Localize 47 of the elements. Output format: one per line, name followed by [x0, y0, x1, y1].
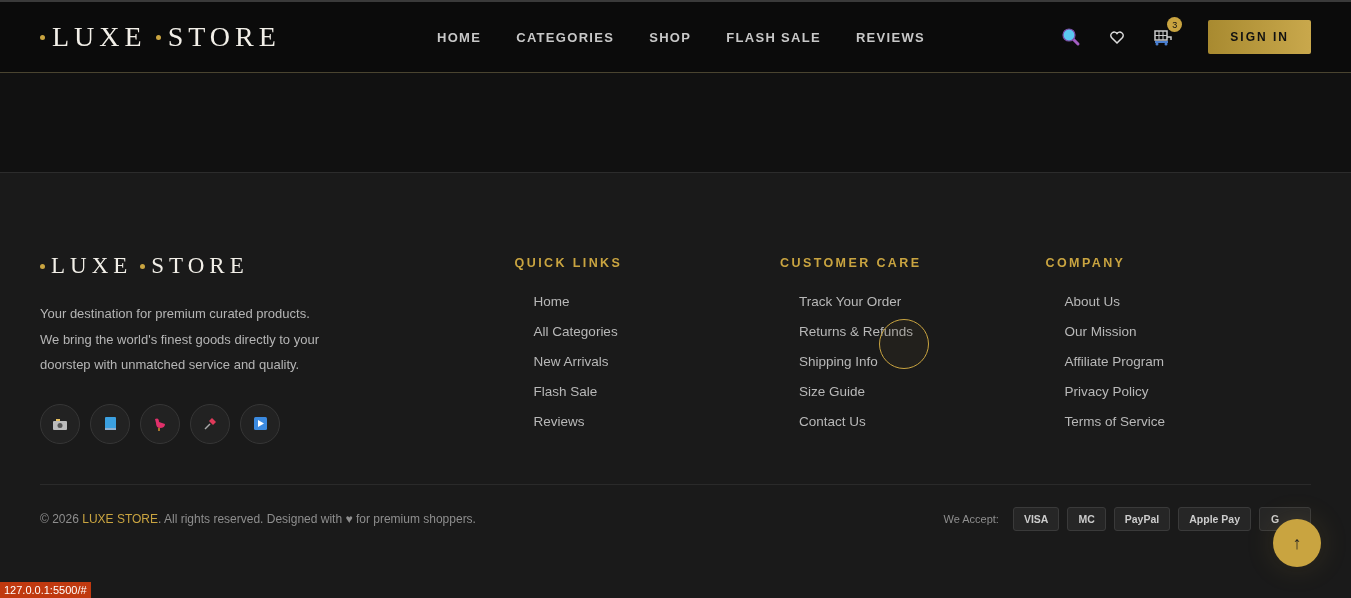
social-button[interactable]: [90, 403, 130, 444]
footer-link[interactable]: Reviews: [533, 414, 585, 429]
logo[interactable]: LUXE STORE: [40, 21, 420, 53]
nav-link[interactable]: HOME: [437, 29, 482, 45]
play-icon: [253, 417, 267, 430]
camera-icon: [53, 417, 67, 430]
copyright-text: © 2026 LUXE STORE. All rights reserved. Designed with ♥ for premium shoppers.: [40, 511, 476, 526]
payment-label: We Accept:: [943, 512, 999, 525]
search-icon[interactable]: [1061, 27, 1082, 47]
nav-link[interactable]: SHOP: [649, 29, 692, 45]
sign-in-button[interactable]: SIGN IN: [1208, 20, 1311, 54]
footer-link[interactable]: Privacy Policy: [1064, 384, 1149, 399]
footer-link[interactable]: Affiliate Program: [1064, 354, 1165, 369]
payment-method-badge: Apple Pay: [1178, 506, 1251, 531]
payment-method-badge: VISA: [1012, 506, 1060, 531]
social-button[interactable]: [40, 403, 80, 444]
bird-icon: [153, 416, 167, 431]
column-heading: QUICK LINKS: [514, 256, 624, 270]
nav-link[interactable]: FLASH SALE: [726, 29, 821, 45]
social-button[interactable]: [240, 403, 280, 444]
column-heading: CUSTOMER CARE: [780, 256, 923, 270]
footer-link[interactable]: New Arrivals: [533, 354, 609, 369]
footer-link[interactable]: Size Guide: [799, 384, 866, 399]
heart-icon[interactable]: [1110, 30, 1125, 44]
social-button[interactable]: [140, 403, 180, 444]
footer-link[interactable]: Shipping Info: [799, 354, 878, 369]
book-icon: [104, 417, 116, 430]
nav-link[interactable]: REVIEWS: [855, 29, 925, 45]
footer-link[interactable]: All Categories: [533, 324, 618, 339]
footer-link[interactable]: About Us: [1064, 294, 1121, 309]
footer-link[interactable]: Returns & Refunds: [799, 324, 914, 339]
payment-method-badge: MC: [1067, 506, 1106, 531]
footer-link[interactable]: Terms of Service: [1064, 414, 1166, 429]
footer-link[interactable]: Track Your Order: [799, 294, 902, 309]
pushpin-icon: [203, 416, 217, 431]
footer-link[interactable]: Flash Sale: [533, 384, 598, 399]
status-url: 127.0.0.1:5500/#: [0, 582, 91, 598]
cart-icon[interactable]: [1153, 28, 1174, 46]
column-heading: COMPANY: [1045, 256, 1127, 270]
nav-link[interactable]: CATEGORIES: [516, 29, 615, 45]
footer-description: Your destination for premium curated products. We bring the world's finest goods directly to your doorstep with unmatched service and quality.: [40, 305, 320, 374]
footer-link[interactable]: Contact Us: [799, 414, 866, 429]
cart-count-badge: 3: [1167, 17, 1183, 32]
footer-logo: LUXE STORE: [40, 253, 515, 279]
payment-method-badge: PayPal: [1113, 506, 1171, 531]
footer-link[interactable]: Our Mission: [1064, 324, 1137, 339]
footer-link[interactable]: Home: [533, 294, 570, 309]
